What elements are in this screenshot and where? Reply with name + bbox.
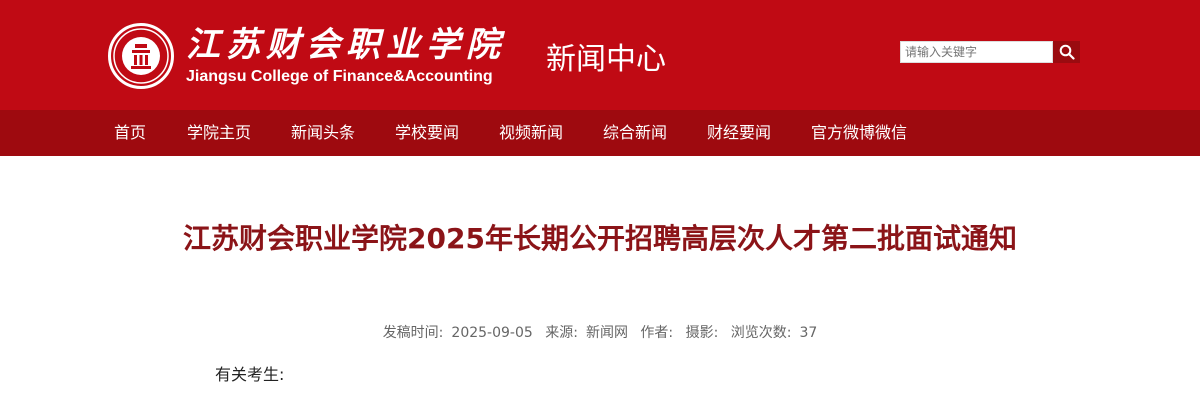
nav-item-school-news[interactable]: 学校要闻	[395, 110, 459, 156]
publish-date: 2025-09-05	[451, 325, 533, 341]
section-title: 新闻中心	[546, 42, 666, 77]
views-count: 37	[799, 325, 818, 341]
college-logo[interactable]: 江苏财会职业学院 Jiangsu College of Finance&Acco…	[108, 22, 506, 90]
main-nav: 首页 学院主页 新闻头条 学校要闻 视频新闻 综合新闻 财经要闻 官方微博微信	[0, 110, 1200, 156]
search-button[interactable]	[1053, 41, 1080, 63]
nav-item-weibo-wechat[interactable]: 官方微博微信	[811, 110, 907, 156]
search-icon	[1059, 44, 1075, 60]
source-value: 新闻网	[585, 325, 628, 341]
nav-item-college-homepage[interactable]: 学院主页	[187, 110, 251, 156]
search-input[interactable]	[900, 41, 1053, 63]
nav-item-general-news[interactable]: 综合新闻	[603, 110, 667, 156]
logo-chinese-name: 江苏财会职业学院	[186, 25, 506, 65]
views-label: 浏览次数:	[730, 325, 792, 341]
nav-item-finance-news[interactable]: 财经要闻	[707, 110, 771, 156]
nav-item-home[interactable]: 首页	[114, 110, 146, 156]
photo-label: 摄影:	[685, 325, 719, 341]
logo-english-name: Jiangsu College of Finance&Accounting	[186, 68, 493, 85]
college-seal-icon	[108, 23, 174, 89]
search-box	[900, 41, 1080, 63]
source-label: 来源:	[545, 325, 578, 341]
publish-label: 发稿时间:	[382, 325, 444, 341]
site-header: 江苏财会职业学院 Jiangsu College of Finance&Acco…	[0, 0, 1200, 110]
nav-item-headlines[interactable]: 新闻头条	[291, 110, 355, 156]
article-meta: 发稿时间: 2025-09-05 来源: 新闻网 作者: 摄影: 浏览次数: 37	[0, 322, 1200, 344]
nav-item-video-news[interactable]: 视频新闻	[499, 110, 563, 156]
article-title: 江苏财会职业学院2025年长期公开招聘高层次人才第二批面试通知	[183, 222, 1017, 255]
author-label: 作者:	[640, 325, 674, 341]
article-greeting: 有关考生:	[215, 365, 285, 384]
